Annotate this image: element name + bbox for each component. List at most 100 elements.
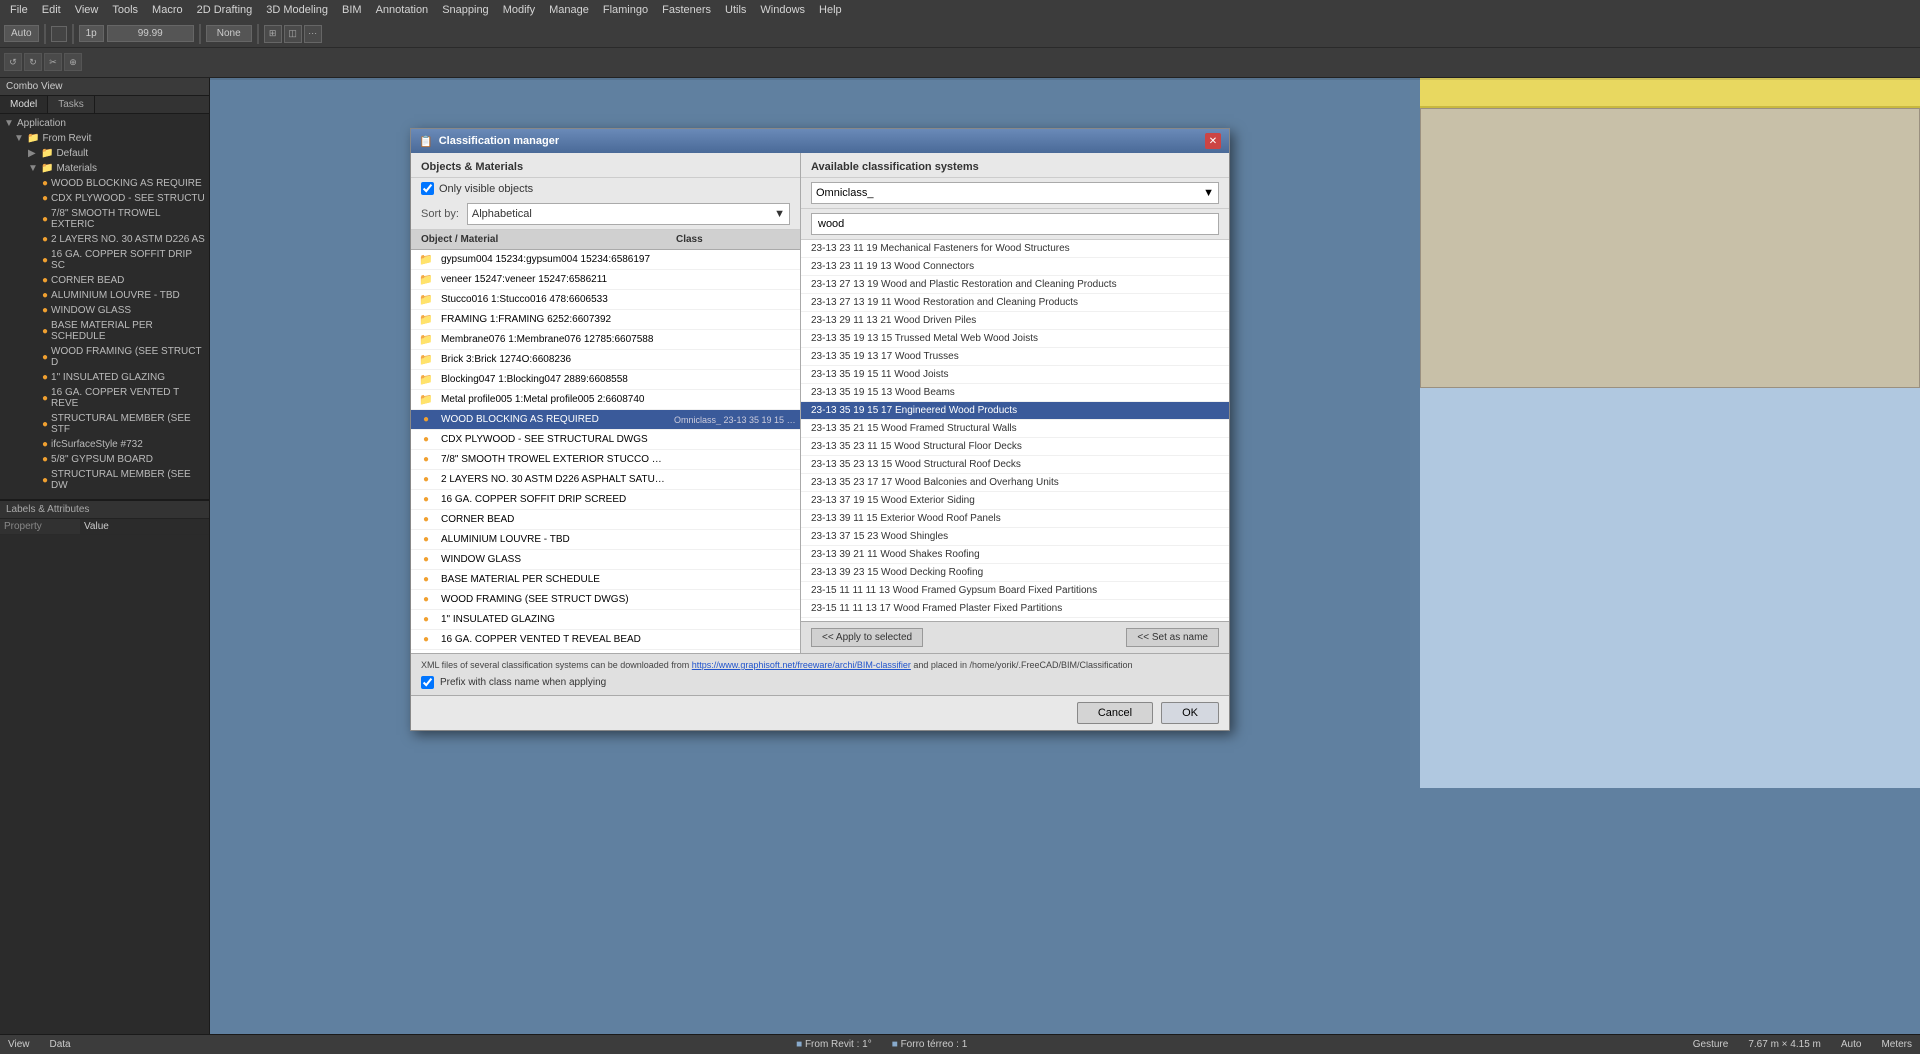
menu-help[interactable]: Help: [813, 4, 848, 16]
menu-fasteners[interactable]: Fasteners: [656, 4, 717, 16]
menu-snapping[interactable]: Snapping: [436, 4, 495, 16]
toolbar-icon[interactable]: ⊞: [264, 25, 282, 43]
none-selector[interactable]: None: [206, 25, 252, 42]
toolbar-icon-2[interactable]: ✂: [44, 53, 62, 71]
tree-mat-6[interactable]: ● ALUMINIUM LOUVRE - TBD: [38, 288, 209, 303]
class-list-item[interactable]: 23-13 23 11 19 13 Wood Connectors: [801, 258, 1229, 276]
obj-list-item[interactable]: 📁gypsum004 15234:gypsum004 15234:6586197: [411, 250, 800, 270]
apply-to-selected-button[interactable]: << Apply to selected: [811, 628, 923, 647]
class-list-item[interactable]: 23-15 11 11 13 17 Wood Framed Plaster Fi…: [801, 600, 1229, 618]
class-list-item[interactable]: 23-13 39 23 15 Wood Decking Roofing: [801, 564, 1229, 582]
tree-mat-7[interactable]: ● WINDOW GLASS: [38, 303, 209, 318]
menu-annotation[interactable]: Annotation: [370, 4, 435, 16]
tree-mat-8[interactable]: ● BASE MATERIAL PER SCHEDULE: [38, 318, 209, 344]
obj-list-item[interactable]: 📁Brick 3:Brick 1274O:6608236: [411, 350, 800, 370]
tree-materials[interactable]: ▼ 📁 Materials: [24, 161, 209, 176]
class-list-item[interactable]: 23-13 27 13 19 11 Wood Restoration and C…: [801, 294, 1229, 312]
class-list-item[interactable]: 23-13 35 19 15 13 Wood Beams: [801, 384, 1229, 402]
tree-mat-14[interactable]: ● 5/8" GYPSUM BOARD: [38, 452, 209, 467]
tree-mat-12[interactable]: ● STRUCTURAL MEMBER (SEE STF: [38, 411, 209, 437]
tree-mat-11[interactable]: ● 16 GA. COPPER VENTED T REVE: [38, 385, 209, 411]
sortby-dropdown[interactable]: Alphabetical ▼: [467, 203, 790, 225]
dialog-close-button[interactable]: ✕: [1205, 133, 1221, 149]
obj-list-item[interactable]: ●WINDOW GLASS: [411, 550, 800, 570]
obj-list-item[interactable]: ●WOOD FRAMING (SEE STRUCT DWGS): [411, 590, 800, 610]
tree-mat-4[interactable]: ● 16 GA. COPPER SOFFIT DRIP SC: [38, 247, 209, 273]
obj-list-item[interactable]: 📁FRAMING 1:FRAMING 6252:6607392: [411, 310, 800, 330]
class-search-input[interactable]: [811, 213, 1219, 235]
menu-windows[interactable]: Windows: [754, 4, 811, 16]
class-list-item[interactable]: 23-13 39 11 15 Exterior Wood Roof Panels: [801, 510, 1229, 528]
class-list-item[interactable]: 23-13 35 19 13 17 Wood Trusses: [801, 348, 1229, 366]
obj-list-item[interactable]: ●16 GA. COPPER SOFFIT DRIP SCREED: [411, 490, 800, 510]
ok-button[interactable]: OK: [1161, 702, 1219, 724]
set-as-name-button[interactable]: << Set as name: [1126, 628, 1219, 647]
menu-manage[interactable]: Manage: [543, 4, 595, 16]
linewidth-selector[interactable]: 1p: [79, 25, 104, 42]
tab-tasks[interactable]: Tasks: [48, 96, 95, 113]
cancel-button[interactable]: Cancel: [1077, 702, 1153, 724]
toolbar-icon-2[interactable]: ⊕: [64, 53, 82, 71]
menu-view[interactable]: View: [69, 4, 105, 16]
obj-list-item[interactable]: ●BASE MATERIAL PER SCHEDULE: [411, 570, 800, 590]
data-tab[interactable]: Data: [50, 1039, 71, 1050]
menu-flamingo[interactable]: Flamingo: [597, 4, 654, 16]
obj-list-item[interactable]: ●1" INSULATED GLAZING: [411, 610, 800, 630]
zoom-selector[interactable]: 99.99: [107, 25, 194, 42]
tree-mat-9[interactable]: ● WOOD FRAMING (SEE STRUCT D: [38, 344, 209, 370]
obj-list-item[interactable]: 📁Membrane076 1:Membrane076 12785:6607588: [411, 330, 800, 350]
class-list-item[interactable]: 23-13 35 19 13 15 Trussed Metal Web Wood…: [801, 330, 1229, 348]
menu-modify[interactable]: Modify: [497, 4, 541, 16]
tree-mat-0[interactable]: ● WOOD BLOCKING AS REQUIRE: [38, 176, 209, 191]
obj-list-item[interactable]: ●16 GA. COPPER VENTED T REVEAL BEAD: [411, 630, 800, 650]
class-list-item[interactable]: 23-15 11 11 11 13 Wood Framed Gypsum Boa…: [801, 582, 1229, 600]
tree-mat-1[interactable]: ● CDX PLYWOOD - SEE STRUCTU: [38, 191, 209, 206]
toolbar-icon-2[interactable]: ↺: [4, 53, 22, 71]
tree-mat-13[interactable]: ● ifcSurfaceStyle #732: [38, 437, 209, 452]
class-list-item[interactable]: 23-13 37 19 15 Wood Exterior Siding: [801, 492, 1229, 510]
menu-edit[interactable]: Edit: [36, 4, 67, 16]
obj-list-item[interactable]: 📁veneer 15247:veneer 15247:6586211: [411, 270, 800, 290]
tree-mat-10[interactable]: ● 1" INSULATED GLAZING: [38, 370, 209, 385]
auto-mode[interactable]: Auto: [1841, 1039, 1862, 1050]
obj-list-item[interactable]: ●CORNER BEAD: [411, 510, 800, 530]
color-box[interactable]: [51, 26, 67, 42]
menu-bim[interactable]: BIM: [336, 4, 368, 16]
xml-link[interactable]: https://www.graphisoft.net/freeware/arch…: [692, 660, 911, 670]
toolbar-icon[interactable]: ◫: [284, 25, 302, 43]
class-list-item[interactable]: 23-13 29 11 13 21 Wood Driven Piles: [801, 312, 1229, 330]
obj-list-item[interactable]: ●7/8" SMOOTH TROWEL EXTERIOR STUCCO OVE.…: [411, 450, 800, 470]
class-list-item[interactable]: 23-13 23 11 19 Mechanical Fasteners for …: [801, 240, 1229, 258]
view-tab[interactable]: View: [8, 1039, 30, 1050]
tab-model[interactable]: Model: [0, 96, 48, 113]
obj-list-item[interactable]: 📁Blocking047 1:Blocking047 2889:6608558: [411, 370, 800, 390]
tree-default[interactable]: ▶ 📁 Default: [24, 146, 209, 161]
obj-list-item[interactable]: 📁Metal profile005 1:Metal profile005 2:6…: [411, 390, 800, 410]
tree-mat-15[interactable]: ● STRUCTURAL MEMBER (SEE DW: [38, 467, 209, 493]
tree-mat-2[interactable]: ● 7/8" SMOOTH TROWEL EXTERIC: [38, 206, 209, 232]
obj-list-item[interactable]: 📁Stucco016 1:Stucco016 478:6606533: [411, 290, 800, 310]
visible-objects-checkbox[interactable]: [421, 182, 434, 195]
class-list-item[interactable]: 23-13 27 13 19 Wood and Plastic Restorat…: [801, 276, 1229, 294]
obj-list-item[interactable]: ●2 LAYERS NO. 30 ASTM D226 ASPHALT SATUR…: [411, 470, 800, 490]
obj-list-item[interactable]: ●ALUMINIUM LOUVRE - TBD: [411, 530, 800, 550]
class-list-item[interactable]: 23-13 35 21 15 Wood Framed Structural Wa…: [801, 420, 1229, 438]
class-list-item[interactable]: 23-13 35 23 13 15 Wood Structural Roof D…: [801, 456, 1229, 474]
class-list-item[interactable]: 23-13 35 23 17 17 Wood Balconies and Ove…: [801, 474, 1229, 492]
system-dropdown[interactable]: Omniclass_ ▼: [811, 182, 1219, 204]
tree-mat-5[interactable]: ● CORNER BEAD: [38, 273, 209, 288]
class-list-item[interactable]: 23-13 39 21 11 Wood Shakes Roofing: [801, 546, 1229, 564]
tree-from-revit[interactable]: ▼ 📁 From Revit: [10, 131, 209, 146]
toolbar-icon[interactable]: ⋯: [304, 25, 322, 43]
menu-macro[interactable]: Macro: [146, 4, 189, 16]
menu-3d[interactable]: 3D Modeling: [260, 4, 334, 16]
obj-list-item[interactable]: ●WOOD BLOCKING AS REQUIREDOmniclass_ 23-…: [411, 410, 800, 430]
obj-list-item[interactable]: ●STRUCTURAL MEMBER (SEE STRUCTURAL DWG..…: [411, 650, 800, 653]
menu-tools[interactable]: Tools: [106, 4, 144, 16]
class-list-item[interactable]: 23-13 35 23 11 15 Wood Structural Floor …: [801, 438, 1229, 456]
class-list[interactable]: 23-13 23 11 19 Mechanical Fasteners for …: [801, 240, 1229, 621]
class-list-item[interactable]: 23-13 37 15 23 Wood Shingles: [801, 528, 1229, 546]
menu-file[interactable]: File: [4, 4, 34, 16]
prefix-checkbox[interactable]: [421, 676, 434, 689]
object-list[interactable]: 📁gypsum004 15234:gypsum004 15234:6586197…: [411, 250, 800, 653]
